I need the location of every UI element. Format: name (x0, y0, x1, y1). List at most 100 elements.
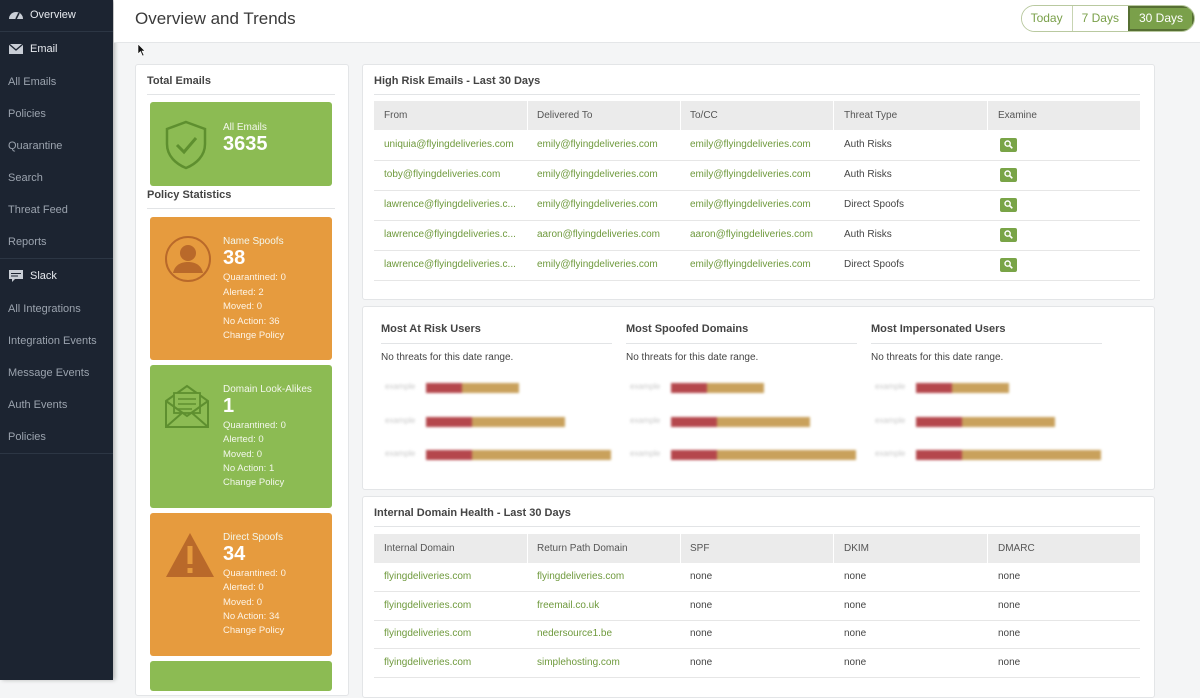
to-cc-cell[interactable]: aaron@flyingdeliveries.com (690, 220, 813, 249)
column-header-dmarc[interactable]: DMARC (998, 534, 1035, 563)
sidebar-item-integration-events[interactable]: Integration Events (0, 326, 113, 356)
delivered-to-cell[interactable]: emily@flyingdeliveries.com (537, 190, 658, 219)
domain-health-table-header: Internal Domain Return Path Domain SPF D… (374, 534, 1140, 563)
dmarc-cell: none (998, 599, 1021, 611)
sidebar-item-slack[interactable]: Slack (0, 261, 113, 291)
examine-button[interactable] (1000, 168, 1017, 182)
sidebar-item-policies-slack[interactable]: Policies (0, 422, 113, 452)
table-row: flyingdeliveries.com simplehosting.com non… (374, 649, 1140, 678)
direct-spoofs-card[interactable]: Direct Spoofs 34 Quarantined: 0 Alerted:… (150, 513, 332, 656)
chat-icon (9, 270, 23, 282)
change-policy-link[interactable]: Change Policy (223, 625, 284, 636)
placeholder-label: example (630, 449, 661, 458)
table-row: toby@flyingdeliveries.com emily@flyingdel… (374, 160, 1140, 191)
alerted-stat: Alerted: 0 (223, 582, 264, 593)
examine-button[interactable] (1000, 258, 1017, 272)
from-cell[interactable]: lawrence@flyingdeliveries.c... (384, 220, 516, 249)
magnifier-icon (1004, 230, 1013, 239)
to-cc-cell[interactable]: emily@flyingdeliveries.com (690, 250, 811, 279)
card-count: 38 (223, 247, 246, 269)
to-cc-cell[interactable]: emily@flyingdeliveries.com (690, 190, 811, 219)
column-header-from[interactable]: From (384, 101, 407, 130)
delivered-to-cell[interactable]: emily@flyingdeliveries.com (537, 130, 658, 159)
sidebar-item-label: Quarantine (8, 140, 63, 152)
column-header-examine[interactable]: Examine (998, 101, 1037, 130)
column-header-spf[interactable]: SPF (690, 534, 709, 563)
to-cc-cell[interactable]: emily@flyingdeliveries.com (690, 130, 811, 159)
column-header-internal-domain[interactable]: Internal Domain (384, 534, 455, 563)
return-path-domain-cell[interactable]: freemail.co.uk (537, 592, 599, 620)
domain-look-alikes-card[interactable]: Domain Look-Alikes 1 Quarantined: 0 Aler… (150, 365, 332, 508)
sidebar-item-all-integrations[interactable]: All Integrations (0, 294, 113, 324)
placeholder-bar (916, 417, 1055, 427)
most-impersonated-users-title: Most Impersonated Users (871, 323, 1006, 335)
column-header-dkim[interactable]: DKIM (844, 534, 869, 563)
internal-domain-cell[interactable]: flyingdeliveries.com (384, 649, 471, 677)
delivered-to-cell[interactable]: emily@flyingdeliveries.com (537, 250, 658, 279)
change-policy-link[interactable]: Change Policy (223, 477, 284, 488)
placeholder-bar (671, 383, 764, 393)
return-path-domain-cell[interactable]: nedersource1.be (537, 620, 612, 648)
high-risk-title: High Risk Emails - Last 30 Days (374, 75, 541, 87)
return-path-domain-cell[interactable]: simplehosting.com (537, 649, 620, 677)
sidebar-item-label: Slack (30, 270, 57, 282)
internal-domain-cell[interactable]: flyingdeliveries.com (384, 592, 471, 620)
examine-button[interactable] (1000, 138, 1017, 152)
change-policy-link[interactable]: Change Policy (223, 330, 284, 341)
envelope-open-icon (165, 384, 209, 428)
column-header-return-path-domain[interactable]: Return Path Domain (537, 534, 628, 563)
card-count: 34 (223, 543, 246, 565)
sidebar-item-overview[interactable]: Overview (0, 0, 113, 30)
sidebar-item-all-emails[interactable]: All Emails (0, 67, 113, 97)
mouse-cursor-icon (137, 43, 146, 57)
sidebar-item-policies[interactable]: Policies (0, 99, 113, 129)
magnifier-icon (1004, 170, 1013, 179)
column-header-delivered-to[interactable]: Delivered To (537, 101, 592, 130)
internal-domain-cell[interactable]: flyingdeliveries.com (384, 620, 471, 648)
spf-cell: none (690, 571, 713, 582)
examine-button[interactable] (1000, 198, 1017, 212)
dmarc-cell: none (998, 656, 1021, 668)
name-spoofs-card[interactable]: Name Spoofs 38 Quarantined: 0 Alerted: 2… (150, 217, 332, 360)
examine-button[interactable] (1000, 228, 1017, 242)
all-emails-card[interactable]: All Emails 3635 (150, 102, 332, 186)
dkim-cell: none (844, 599, 867, 611)
table-row: lawrence@flyingdeliveries.c... emily@flyi… (374, 190, 1140, 221)
placeholder-label: example (630, 382, 661, 391)
placeholder-label: example (875, 416, 906, 425)
placeholder-label: example (385, 416, 416, 425)
alerted-stat: Alerted: 0 (223, 434, 264, 445)
sidebar-item-reports[interactable]: Reports (0, 227, 113, 257)
from-cell[interactable]: lawrence@flyingdeliveries.c... (384, 250, 516, 279)
sidebar-item-search[interactable]: Search (0, 163, 113, 193)
sidebar-item-auth-events[interactable]: Auth Events (0, 390, 113, 420)
from-cell[interactable]: uniquia@flyingdeliveries.com (384, 130, 514, 159)
delivered-to-cell[interactable]: emily@flyingdeliveries.com (537, 160, 658, 189)
range-30-days-button[interactable]: 30 Days (1127, 6, 1194, 31)
delivered-to-cell[interactable]: aaron@flyingdeliveries.com (537, 220, 660, 249)
sidebar-item-message-events[interactable]: Message Events (0, 358, 113, 388)
sidebar-item-email[interactable]: Email (0, 34, 113, 64)
internal-domain-cell[interactable]: flyingdeliveries.com (384, 563, 471, 591)
range-7-days-button[interactable]: 7 Days (1071, 6, 1128, 31)
empty-state-text: No threats for this date range. (871, 352, 1004, 363)
table-row: lawrence@flyingdeliveries.c... emily@flyi… (374, 250, 1140, 281)
range-today-button[interactable]: Today (1021, 6, 1072, 31)
sidebar-item-threat-feed[interactable]: Threat Feed (0, 195, 113, 225)
to-cc-cell[interactable]: emily@flyingdeliveries.com (690, 160, 811, 189)
return-path-domain-cell[interactable]: flyingdeliveries.com (537, 563, 624, 591)
column-header-threat-type[interactable]: Threat Type (844, 101, 897, 130)
dkim-cell: none (844, 628, 867, 639)
from-cell[interactable]: lawrence@flyingdeliveries.c... (384, 190, 516, 219)
sidebar-item-label: Integration Events (8, 335, 97, 347)
placeholder-label: example (630, 416, 661, 425)
sidebar-item-quarantine[interactable]: Quarantine (0, 131, 113, 161)
placeholder-label: example (385, 449, 416, 458)
policy-card-partial[interactable] (150, 661, 332, 691)
placeholder-bar (916, 383, 1009, 393)
spf-cell: none (690, 599, 713, 611)
magnifier-icon (1004, 200, 1013, 209)
sidebar-item-label: Email (30, 43, 58, 55)
from-cell[interactable]: toby@flyingdeliveries.com (384, 160, 500, 189)
column-header-to-cc[interactable]: To/CC (690, 101, 718, 130)
